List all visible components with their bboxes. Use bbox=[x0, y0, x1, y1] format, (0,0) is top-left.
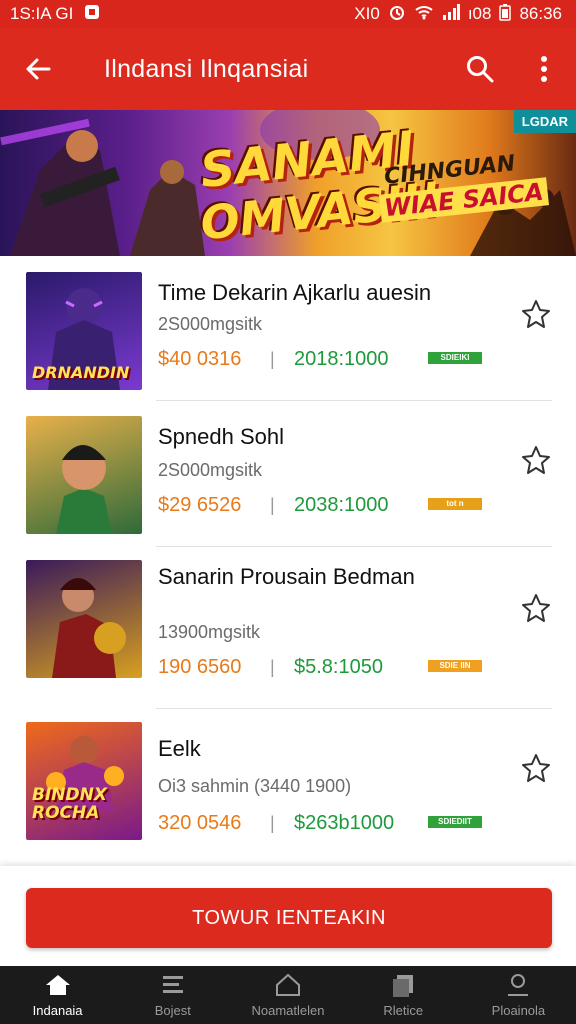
wifi-icon bbox=[414, 4, 434, 25]
nav-item-bookmarks[interactable]: Noamatlelen bbox=[230, 966, 345, 1024]
battery-icon bbox=[499, 3, 512, 26]
nav-item-profile[interactable]: Ploainola bbox=[461, 966, 576, 1024]
page-title: Ilndansi Ilnqansiai bbox=[104, 54, 309, 83]
favorite-button[interactable] bbox=[520, 752, 552, 786]
item-title: Time Dekarin Ajkarlu auesin bbox=[158, 280, 432, 305]
nav-item-home[interactable]: Indanaia bbox=[0, 966, 115, 1024]
item-separator: | bbox=[270, 349, 275, 369]
list-divider bbox=[156, 400, 552, 401]
bookmark-icon bbox=[522, 446, 550, 474]
battery-text: ı08 bbox=[467, 4, 492, 23]
status-network-text: XI0 bbox=[354, 4, 380, 23]
item-count: 2018:1000 bbox=[294, 348, 389, 370]
favorite-button[interactable] bbox=[520, 298, 552, 332]
notification-icon bbox=[83, 3, 101, 26]
item-meta: 13900mgsitk bbox=[158, 622, 261, 642]
nav-item-cards[interactable]: Rletice bbox=[346, 966, 461, 1024]
item-separator: | bbox=[270, 657, 275, 677]
favorite-button[interactable] bbox=[520, 444, 552, 478]
back-button[interactable] bbox=[0, 28, 76, 110]
item-thumbnail: DRNANDIN bbox=[26, 272, 142, 390]
profile-icon bbox=[508, 973, 529, 996]
nav-label: Indanaia bbox=[32, 1002, 83, 1018]
list-divider bbox=[156, 708, 552, 709]
list-item[interactable]: BINDNX ROCHA Eelk Oi3 sahmin (3440 1900)… bbox=[0, 710, 576, 856]
arrow-left-icon bbox=[26, 58, 51, 80]
app-bar: Ilndansi Ilnqansiai bbox=[0, 28, 576, 110]
item-title: Spnedh Sohl bbox=[158, 424, 284, 449]
search-icon bbox=[467, 56, 494, 83]
thumbnail-art bbox=[56, 445, 112, 534]
more-options-button[interactable] bbox=[512, 28, 576, 110]
item-count: 2038:1000 bbox=[294, 494, 389, 516]
list-item[interactable]: Spnedh Sohl 2S000mgsitk $29 6526 | 2038:… bbox=[0, 402, 576, 548]
item-badge: SDIEIKI bbox=[428, 352, 482, 364]
banner-tag: LGDAR bbox=[513, 110, 576, 133]
bottom-navigation: Indanaia Bojest Noamatlelen Rletice Ploa… bbox=[0, 966, 576, 1024]
bookmark-icon bbox=[522, 300, 550, 328]
primary-action-button[interactable]: TOWUR IENTEAKIN bbox=[26, 888, 552, 948]
item-separator: | bbox=[270, 813, 275, 833]
item-badge: tot n bbox=[428, 498, 482, 510]
bookmark-icon bbox=[522, 594, 550, 622]
item-thumbnail: BINDNX ROCHA bbox=[26, 722, 142, 840]
home-icon bbox=[45, 974, 70, 995]
thumbnail-art bbox=[52, 578, 126, 678]
item-meta: Oi3 sahmin (3440 1900) bbox=[158, 776, 352, 796]
item-meta: 2S000mgsitk bbox=[158, 460, 263, 480]
status-clock: 86:36 bbox=[519, 4, 562, 23]
bookmark-icon bbox=[522, 754, 550, 782]
list-item[interactable]: DRNANDIN Time Dekarin Ajkarlu auesin 2S0… bbox=[0, 256, 576, 402]
item-price: $29 6526 bbox=[158, 494, 242, 516]
item-title: Sanarin Prousain Bedman bbox=[158, 564, 415, 589]
item-badge: SDIE IIN bbox=[428, 660, 482, 672]
item-separator: | bbox=[270, 495, 275, 515]
nav-label: Ploainola bbox=[491, 1002, 546, 1018]
nav-label: Rletice bbox=[383, 1002, 424, 1018]
status-time: 1S:IA GI bbox=[10, 4, 74, 23]
status-bar: 1S:IA GI XI0 ı08 86:36 bbox=[0, 0, 576, 28]
list-divider bbox=[156, 546, 552, 547]
cta-container: TOWUR IENTEAKIN bbox=[0, 866, 576, 966]
item-price: $40 0316 bbox=[158, 348, 242, 370]
item-title: Eelk bbox=[158, 736, 201, 761]
item-price: 320 0546 bbox=[158, 812, 242, 834]
item-thumbnail bbox=[26, 416, 142, 534]
thumbnail-caption: DRNANDIN bbox=[32, 363, 130, 382]
promo-banner[interactable]: SANAMI OMVASII! CIHNGUAN WIAE SAICA LGDA… bbox=[0, 110, 576, 256]
list-icon bbox=[162, 975, 183, 993]
nav-label: Noamatlelen bbox=[251, 1002, 325, 1018]
item-count: $5.8:1050 bbox=[294, 656, 383, 678]
nav-label: Bojest bbox=[154, 1002, 191, 1018]
list-item[interactable]: Sanarin Prousain Bedman 13900mgsitk 190 … bbox=[0, 548, 576, 694]
cards-icon bbox=[393, 974, 414, 997]
item-price: 190 6560 bbox=[158, 656, 242, 678]
nav-item-list[interactable]: Bojest bbox=[115, 966, 230, 1024]
more-vertical-icon bbox=[541, 56, 547, 82]
item-badge: SDIEDIIT bbox=[428, 816, 482, 828]
item-thumbnail bbox=[26, 560, 142, 678]
thumbnail-caption: BINDNX ROCHA bbox=[32, 785, 107, 823]
alarm-icon bbox=[388, 3, 406, 26]
search-button[interactable] bbox=[448, 28, 512, 110]
item-meta: 2S000mgsitk bbox=[158, 314, 263, 334]
favorite-button[interactable] bbox=[520, 592, 552, 626]
signal-icon bbox=[442, 3, 460, 25]
bookmark-icon bbox=[276, 973, 300, 996]
item-count: $263b1000 bbox=[294, 812, 395, 834]
